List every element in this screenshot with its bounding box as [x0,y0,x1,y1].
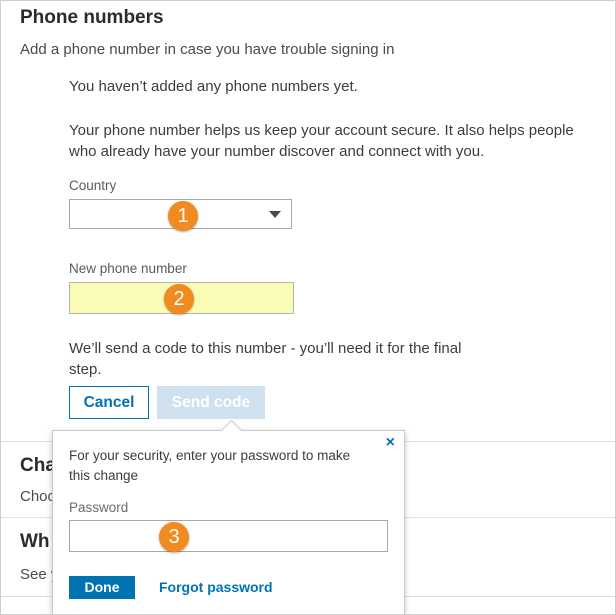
annotation-badge-1: 1 [168,201,198,231]
annotation-badge-2: 2 [164,284,194,314]
phone-description-line-2: who already have your number discover an… [69,143,485,160]
close-icon[interactable]: × [386,434,395,452]
popover-arrow [220,419,243,442]
page-frame: Phone numbers Add a phone number in case… [0,0,616,615]
password-label: Password [69,500,129,515]
annotation-badge-3: 3 [159,522,189,552]
password-input[interactable] [69,520,388,552]
change-section-heading: Cha [20,455,56,476]
page-subtitle: Add a phone number in case you have trou… [20,41,395,58]
country-label: Country [69,178,117,193]
no-numbers-text: You haven’t added any phone numbers yet. [69,78,358,95]
popover-message-line-1: For your security, enter your password t… [69,448,351,463]
chevron-down-icon [269,211,281,218]
done-button[interactable]: Done [69,576,135,599]
popover-message-line-2: this change [69,468,139,483]
popover-message: For your security, enter your password t… [69,446,379,486]
send-code-note-line-2: step. [69,361,102,378]
send-code-button[interactable]: Send code [157,386,265,419]
phone-description: Your phone number helps us keep your acc… [69,120,574,162]
page-title: Phone numbers [20,7,164,28]
send-code-note: We’ll send a code to this number - you’l… [69,338,461,380]
password-popover: × For your security, enter your password… [52,419,405,614]
phone-label: New phone number [69,261,187,276]
cancel-button[interactable]: Cancel [69,386,149,419]
phone-description-line-1: Your phone number helps us keep your acc… [69,122,574,139]
who-section-heading: Wh [20,531,50,552]
send-code-note-line-1: We’ll send a code to this number - you’l… [69,340,462,357]
change-section-text: Choo [20,488,56,505]
forgot-password-link[interactable]: Forgot password [159,579,273,595]
